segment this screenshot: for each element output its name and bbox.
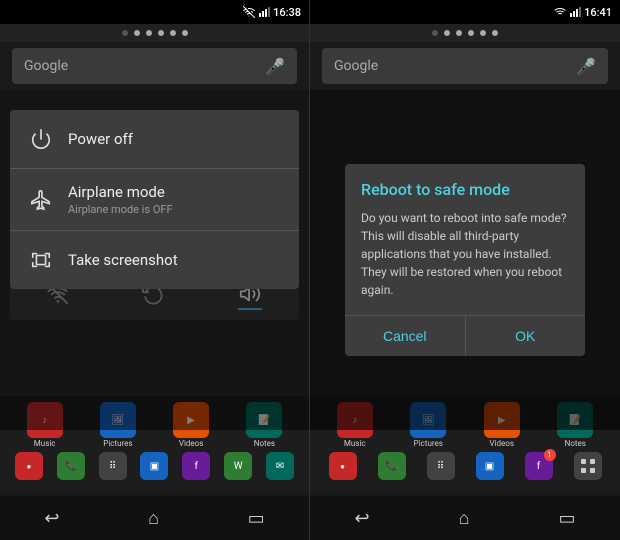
dot-3 (146, 30, 152, 36)
status-icons-right: 16:41 (554, 6, 612, 19)
app-row-left-2: ● 📞 ⠿ ▣ f W ✉ (8, 452, 301, 480)
r-dot-5 (480, 30, 486, 36)
r-app-small-4[interactable]: ▣ (476, 452, 504, 480)
notification-dots-right (310, 24, 620, 42)
power-menu: Power off Airplane mode Airplane mode is… (10, 110, 299, 289)
airplane-label: Airplane mode Airplane mode is OFF (68, 183, 283, 216)
status-bar-right: 16:41 (310, 0, 620, 24)
dialog-title: Reboot to safe mode (345, 164, 585, 209)
home-button-left[interactable]: ⌂ (148, 508, 159, 529)
dot-4 (158, 30, 164, 36)
dialog-overlay: Reboot to safe mode Do you want to reboo… (310, 90, 620, 430)
power-off-item[interactable]: Power off (10, 110, 299, 169)
airplane-mode-item[interactable]: Airplane mode Airplane mode is OFF (10, 169, 299, 231)
power-off-label: Power off (68, 130, 283, 148)
dialog-body: Do you want to reboot into safe mode? Th… (345, 209, 585, 315)
cancel-button[interactable]: Cancel (345, 316, 466, 356)
r-dot-1 (432, 30, 438, 36)
recents-button-right[interactable]: ▭ (558, 508, 575, 529)
dialog-box: Reboot to safe mode Do you want to reboo… (345, 164, 585, 356)
home-button-right[interactable]: ⌂ (459, 508, 470, 529)
left-screen: 16:38 Google 🎤 (0, 0, 310, 540)
power-icon (26, 124, 56, 154)
nav-bar-left: ↩ ⌂ ▭ (0, 496, 309, 540)
r-dot-6 (492, 30, 498, 36)
search-bar-left[interactable]: Google 🎤 (12, 48, 297, 84)
r-app-small-3[interactable]: ⠿ (427, 452, 455, 480)
app-small-7[interactable]: ✉ (266, 452, 294, 480)
time-right: 16:41 (584, 6, 612, 19)
dot-5 (170, 30, 176, 36)
dot-2 (134, 30, 140, 36)
nav-bar-right: ↩ ⌂ ▭ (310, 496, 620, 540)
back-button-right[interactable]: ↩ (355, 508, 370, 529)
status-icons-left: 16:38 (243, 6, 301, 19)
r-app-small-6[interactable] (574, 452, 602, 480)
time-left: 16:38 (273, 6, 301, 19)
search-text-right: Google (334, 58, 378, 74)
notification-dots-left (0, 24, 309, 42)
screenshot-icon (26, 245, 56, 275)
dot-6 (182, 30, 188, 36)
dot-1 (122, 30, 128, 36)
ok-button[interactable]: OK (466, 316, 586, 356)
status-bar-left: 16:38 (0, 0, 309, 24)
app-small-4[interactable]: ▣ (140, 452, 168, 480)
back-button-left[interactable]: ↩ (44, 508, 59, 529)
badge-right: 1 (544, 449, 556, 461)
screenshot-label: Take screenshot (68, 251, 283, 269)
screenshot-item[interactable]: Take screenshot (10, 231, 299, 289)
recents-button-left[interactable]: ▭ (248, 508, 265, 529)
airplane-icon (26, 185, 56, 215)
app-small-5[interactable]: f (182, 452, 210, 480)
r-app-small-5[interactable]: f 1 (525, 452, 553, 480)
search-bar-right[interactable]: Google 🎤 (322, 48, 608, 84)
right-screen: 16:41 Google 🎤 Reboot to safe mode Do yo… (310, 0, 620, 540)
app-small-1[interactable]: ● (15, 452, 43, 480)
r-dot-4 (468, 30, 474, 36)
mic-icon-right: 🎤 (576, 57, 596, 76)
app-row-right-2: ● 📞 ⠿ ▣ f 1 (318, 452, 612, 480)
app-small-6[interactable]: W (224, 452, 252, 480)
mic-icon-left: 🎤 (265, 57, 285, 76)
r-app-small-2[interactable]: 📞 (378, 452, 406, 480)
wallpaper-left: Power off Airplane mode Airplane mode is… (0, 90, 309, 430)
r-dot-2 (444, 30, 450, 36)
wallpaper-right: Reboot to safe mode Do you want to reboo… (310, 90, 620, 430)
app-small-2[interactable]: 📞 (57, 452, 85, 480)
r-app-small-1[interactable]: ● (329, 452, 357, 480)
search-text-left: Google (24, 58, 68, 74)
app-small-3[interactable]: ⠿ (99, 452, 127, 480)
r-dot-3 (456, 30, 462, 36)
dialog-buttons: Cancel OK (345, 315, 585, 356)
